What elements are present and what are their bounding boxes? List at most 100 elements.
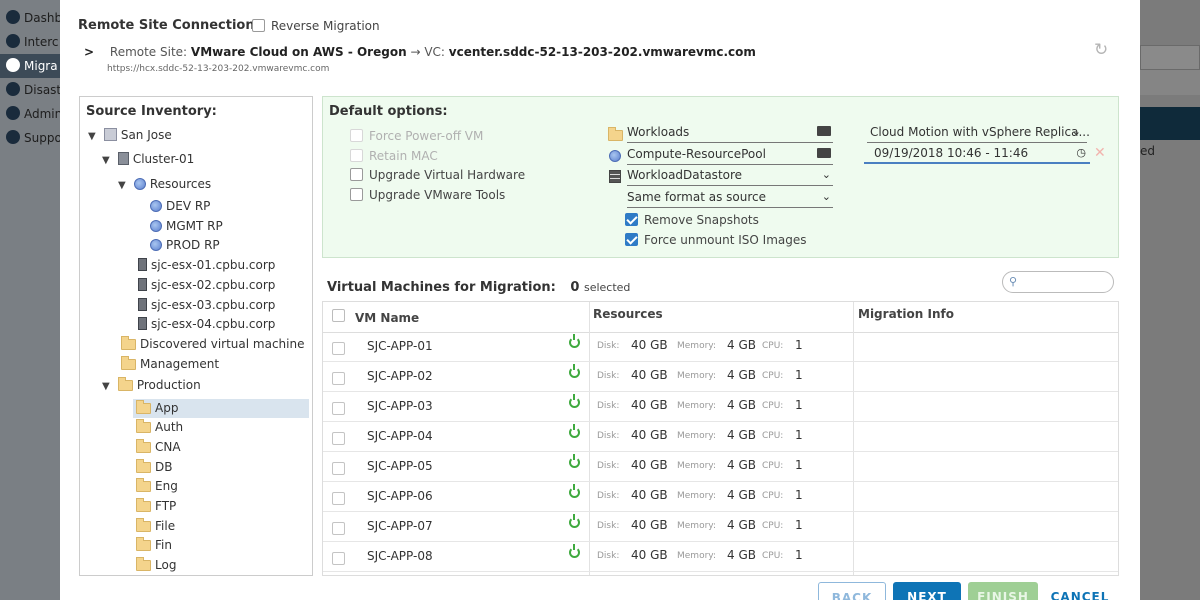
tree-node-discovered-vms[interactable]: Discovered virtual machine bbox=[121, 335, 304, 354]
column-header-migration-info[interactable]: Migration Info bbox=[858, 302, 954, 332]
disk-value: 40 GB bbox=[631, 458, 668, 472]
remove-snapshots-checkbox[interactable] bbox=[625, 213, 638, 226]
finish-button[interactable]: FINISH bbox=[968, 582, 1038, 600]
bg-nav-dashboard: Dashb bbox=[6, 10, 62, 25]
tree-node-log[interactable]: Log bbox=[136, 556, 176, 575]
chevron-down-icon[interactable]: ⌄ bbox=[822, 165, 831, 185]
table-row[interactable]: SJC-APP-05 Disk: 40 GB Memory: 4 GB CPU: 1 bbox=[323, 452, 1118, 482]
force-unmount-iso-checkbox[interactable] bbox=[625, 233, 638, 246]
clock-icon[interactable]: ◷ bbox=[1076, 143, 1086, 163]
host-icon bbox=[138, 278, 147, 291]
upgrade-vmware-tools-option[interactable]: Upgrade VMware Tools bbox=[350, 188, 505, 202]
tree-node-host[interactable]: sjc-esx-01.cpbu.corp bbox=[138, 256, 275, 275]
tree-node-cluster-01[interactable]: ▼ Cluster-01 bbox=[102, 150, 194, 169]
disk-format-select[interactable]: Same format as source ⌄ bbox=[627, 187, 833, 208]
close-icon[interactable]: ✕ bbox=[1094, 145, 1106, 161]
chevron-right-icon[interactable]: > bbox=[84, 45, 94, 59]
folder-icon bbox=[136, 439, 151, 453]
row-checkbox[interactable] bbox=[332, 462, 345, 475]
tree-node-dev-rp[interactable]: DEV RP bbox=[150, 197, 210, 216]
row-checkbox[interactable] bbox=[332, 432, 345, 445]
cpu-value: 1 bbox=[795, 338, 803, 352]
resource-pool-field[interactable]: Compute-ResourcePool bbox=[627, 144, 833, 165]
tree-node-eng[interactable]: Eng bbox=[136, 477, 178, 496]
table-row[interactable]: SJC-APP-04 Disk: 40 GB Memory: 4 GB CPU: 1 bbox=[323, 422, 1118, 452]
remote-site-prefix: Remote Site: bbox=[109, 45, 188, 59]
tree-node-san-jose[interactable]: ▼ San Jose bbox=[88, 126, 172, 145]
chevron-down-icon[interactable]: ⌄ bbox=[1072, 122, 1081, 142]
folder-icon bbox=[136, 419, 151, 433]
reverse-migration-checkbox[interactable] bbox=[252, 19, 265, 32]
default-options-title: Default options: bbox=[329, 104, 448, 119]
chevron-down-icon[interactable]: ▼ bbox=[118, 176, 130, 195]
vm-name: SJC-APP-03 bbox=[367, 399, 433, 413]
chevron-down-icon[interactable]: ▼ bbox=[88, 127, 100, 146]
tree-node-host[interactable]: sjc-esx-03.cpbu.corp bbox=[138, 296, 275, 315]
upgrade-vmware-tools-checkbox[interactable] bbox=[350, 188, 363, 201]
tree-node-prod-rp[interactable]: PROD RP bbox=[150, 236, 220, 255]
tree-node-host[interactable]: sjc-esx-04.cpbu.corp bbox=[138, 315, 275, 334]
next-button[interactable]: NEXT bbox=[893, 582, 961, 600]
tree-node-db[interactable]: DB bbox=[136, 458, 172, 477]
upgrade-virtual-hardware-option[interactable]: Upgrade Virtual Hardware bbox=[350, 168, 525, 182]
folder-browse-icon[interactable] bbox=[817, 122, 831, 142]
tree-node-ftp[interactable]: FTP bbox=[136, 497, 176, 516]
select-all-header[interactable] bbox=[332, 302, 345, 332]
remove-snapshots-option[interactable]: Remove Snapshots bbox=[625, 213, 759, 227]
folder-browse-icon[interactable] bbox=[817, 144, 831, 164]
chevron-down-icon[interactable]: ▼ bbox=[102, 151, 114, 170]
memory-value: 4 GB bbox=[727, 338, 756, 352]
table-row[interactable]: SJC-APP-08 Disk: 40 GB Memory: 4 GB CPU: 1 bbox=[323, 542, 1118, 572]
target-folder-field[interactable]: Workloads bbox=[627, 122, 833, 143]
chevron-down-icon[interactable]: ▼ bbox=[102, 377, 114, 396]
cancel-button[interactable]: CANCEL bbox=[1045, 582, 1115, 600]
row-checkbox[interactable] bbox=[332, 372, 345, 385]
cpu-label: CPU: bbox=[762, 491, 784, 501]
memory-value: 4 GB bbox=[727, 368, 756, 382]
cpu-value: 1 bbox=[795, 518, 803, 532]
tree-node-host[interactable]: sjc-esx-02.cpbu.corp bbox=[138, 276, 275, 295]
tree-node-app[interactable]: App bbox=[133, 399, 309, 418]
force-unmount-iso-option[interactable]: Force unmount ISO Images bbox=[625, 233, 807, 247]
disk-value: 40 GB bbox=[631, 488, 668, 502]
tree-node-management[interactable]: Management bbox=[121, 355, 219, 374]
tree-node-cna[interactable]: CNA bbox=[136, 438, 181, 457]
bg-box bbox=[1140, 70, 1200, 95]
table-row[interactable]: SJC-APP-06 Disk: 40 GB Memory: 4 GB CPU: 1 bbox=[323, 482, 1118, 512]
back-button[interactable]: BACK bbox=[818, 582, 886, 600]
select-all-checkbox[interactable] bbox=[332, 309, 345, 322]
tree-node-label: DB bbox=[155, 460, 173, 474]
row-checkbox[interactable] bbox=[332, 342, 345, 355]
remote-site-connection-label: Remote Site Connection: bbox=[78, 18, 260, 33]
datastore-select[interactable]: WorkloadDatastore ⌄ bbox=[627, 165, 833, 186]
memory-value: 4 GB bbox=[727, 488, 756, 502]
row-checkbox[interactable] bbox=[332, 492, 345, 505]
row-checkbox[interactable] bbox=[332, 522, 345, 535]
default-options-panel: Default options: Force Power-off VM Reta… bbox=[322, 96, 1119, 258]
schedule-field[interactable]: 09/19/2018 10:46 - 11:46 ◷ bbox=[864, 143, 1090, 164]
table-row[interactable]: SJC-APP-03 Disk: 40 GB Memory: 4 GB CPU: 1 bbox=[323, 392, 1118, 422]
migration-type-select[interactable]: Cloud Motion with vSphere Replica... ⌄ bbox=[867, 122, 1090, 143]
tree-node-label: Management bbox=[140, 357, 220, 371]
tree-node-fin[interactable]: Fin bbox=[136, 536, 172, 555]
row-checkbox[interactable] bbox=[332, 402, 345, 415]
table-row[interactable]: SJC-APP-02 Disk: 40 GB Memory: 4 GB CPU: 1 bbox=[323, 362, 1118, 392]
upgrade-virtual-hardware-checkbox[interactable] bbox=[350, 168, 363, 181]
chevron-down-icon[interactable]: ⌄ bbox=[822, 187, 831, 207]
tree-node-mgmt-rp[interactable]: MGMT RP bbox=[150, 217, 223, 236]
tree-node-file[interactable]: File bbox=[136, 517, 175, 536]
remote-site-row[interactable]: > Remote Site: VMware Cloud on AWS - Ore… bbox=[84, 45, 756, 59]
column-header-resources[interactable]: Resources bbox=[593, 302, 663, 332]
tree-node-auth[interactable]: Auth bbox=[136, 418, 183, 437]
search-input[interactable]: ⚲ bbox=[1002, 271, 1114, 293]
tree-node-production[interactable]: ▼ Production bbox=[102, 376, 201, 395]
table-row[interactable]: SJC-APP-07 Disk: 40 GB Memory: 4 GB CPU: 1 bbox=[323, 512, 1118, 542]
tree-node-label: sjc-esx-01.cpbu.corp bbox=[151, 258, 276, 272]
tree-node-resources[interactable]: ▼ Resources bbox=[118, 175, 211, 194]
power-on-icon bbox=[569, 544, 580, 558]
row-checkbox[interactable] bbox=[332, 552, 345, 565]
reverse-migration-option[interactable]: Reverse Migration bbox=[252, 19, 380, 33]
disk-label: Disk: bbox=[597, 551, 620, 561]
table-row[interactable]: SJC-APP-01 Disk: 40 GB Memory: 4 GB CPU: 1 bbox=[323, 332, 1118, 362]
refresh-icon[interactable]: ↻ bbox=[1094, 40, 1108, 60]
